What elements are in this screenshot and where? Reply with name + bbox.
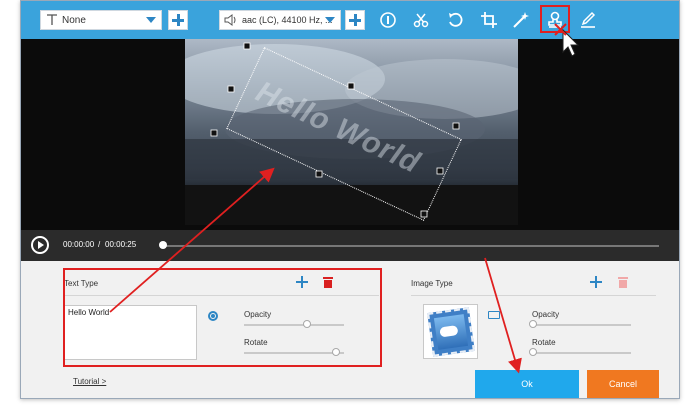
current-time: 00:00:00 bbox=[63, 240, 95, 249]
audio-track-value: aac (LC), 44100 Hz, ... bbox=[242, 15, 333, 25]
subtitle-select-value: None bbox=[62, 14, 86, 26]
tutorial-link[interactable]: Tutorial > bbox=[73, 377, 106, 386]
add-subtitle-button[interactable] bbox=[168, 10, 188, 30]
image-type-title: Image Type bbox=[411, 279, 453, 288]
ok-button[interactable]: Ok bbox=[475, 370, 579, 398]
delete-image-icon[interactable] bbox=[618, 277, 628, 288]
image-rotate-slider[interactable] bbox=[533, 352, 631, 354]
total-time: 00:00:25 bbox=[105, 240, 137, 249]
toolbar: None CC aac (LC), 44100 Hz, ... bbox=[21, 1, 679, 39]
add-audio-button[interactable] bbox=[345, 10, 365, 30]
audio-track-select[interactable]: aac (LC), 44100 Hz, ... bbox=[219, 10, 341, 30]
image-opacity-slider[interactable] bbox=[533, 324, 631, 326]
scissors-icon[interactable] bbox=[411, 10, 431, 30]
subtitle-edit-icon[interactable] bbox=[578, 10, 598, 30]
cancel-button[interactable]: Cancel bbox=[587, 370, 659, 398]
image-opacity-knob[interactable] bbox=[529, 320, 537, 328]
rotate-icon[interactable] bbox=[445, 10, 465, 30]
watermark-tool-highlight bbox=[540, 5, 570, 33]
seek-track[interactable] bbox=[163, 245, 659, 247]
image-opacity-label: Opacity bbox=[532, 310, 560, 319]
stamp-image-icon bbox=[427, 307, 475, 357]
folder-icon[interactable] bbox=[488, 311, 500, 319]
watermark-editor-window: None CC aac (LC), 44100 Hz, ... Hello Wo… bbox=[20, 0, 680, 399]
chevron-down-icon bbox=[146, 17, 156, 23]
footer bbox=[21, 367, 679, 398]
speaker-icon bbox=[224, 14, 236, 26]
watermark-image-thumbnail[interactable] bbox=[423, 304, 478, 359]
subtitle-select[interactable]: None bbox=[40, 10, 162, 30]
image-rotate-label: Rotate bbox=[532, 338, 556, 347]
chevron-down-icon bbox=[325, 17, 335, 23]
text-type-highlight bbox=[63, 268, 382, 367]
info-icon[interactable] bbox=[378, 10, 398, 30]
crop-icon[interactable] bbox=[479, 10, 499, 30]
play-icon[interactable] bbox=[31, 236, 49, 254]
text-type-icon bbox=[47, 14, 57, 25]
add-image-icon[interactable] bbox=[590, 276, 602, 288]
seek-thumb[interactable] bbox=[159, 241, 167, 249]
time-separator: / bbox=[98, 240, 101, 249]
effects-wand-icon[interactable] bbox=[511, 10, 531, 30]
image-rotate-knob[interactable] bbox=[529, 348, 537, 356]
divider bbox=[411, 295, 656, 296]
playback-bar: 00:00:00 / 00:00:25 bbox=[21, 230, 679, 261]
